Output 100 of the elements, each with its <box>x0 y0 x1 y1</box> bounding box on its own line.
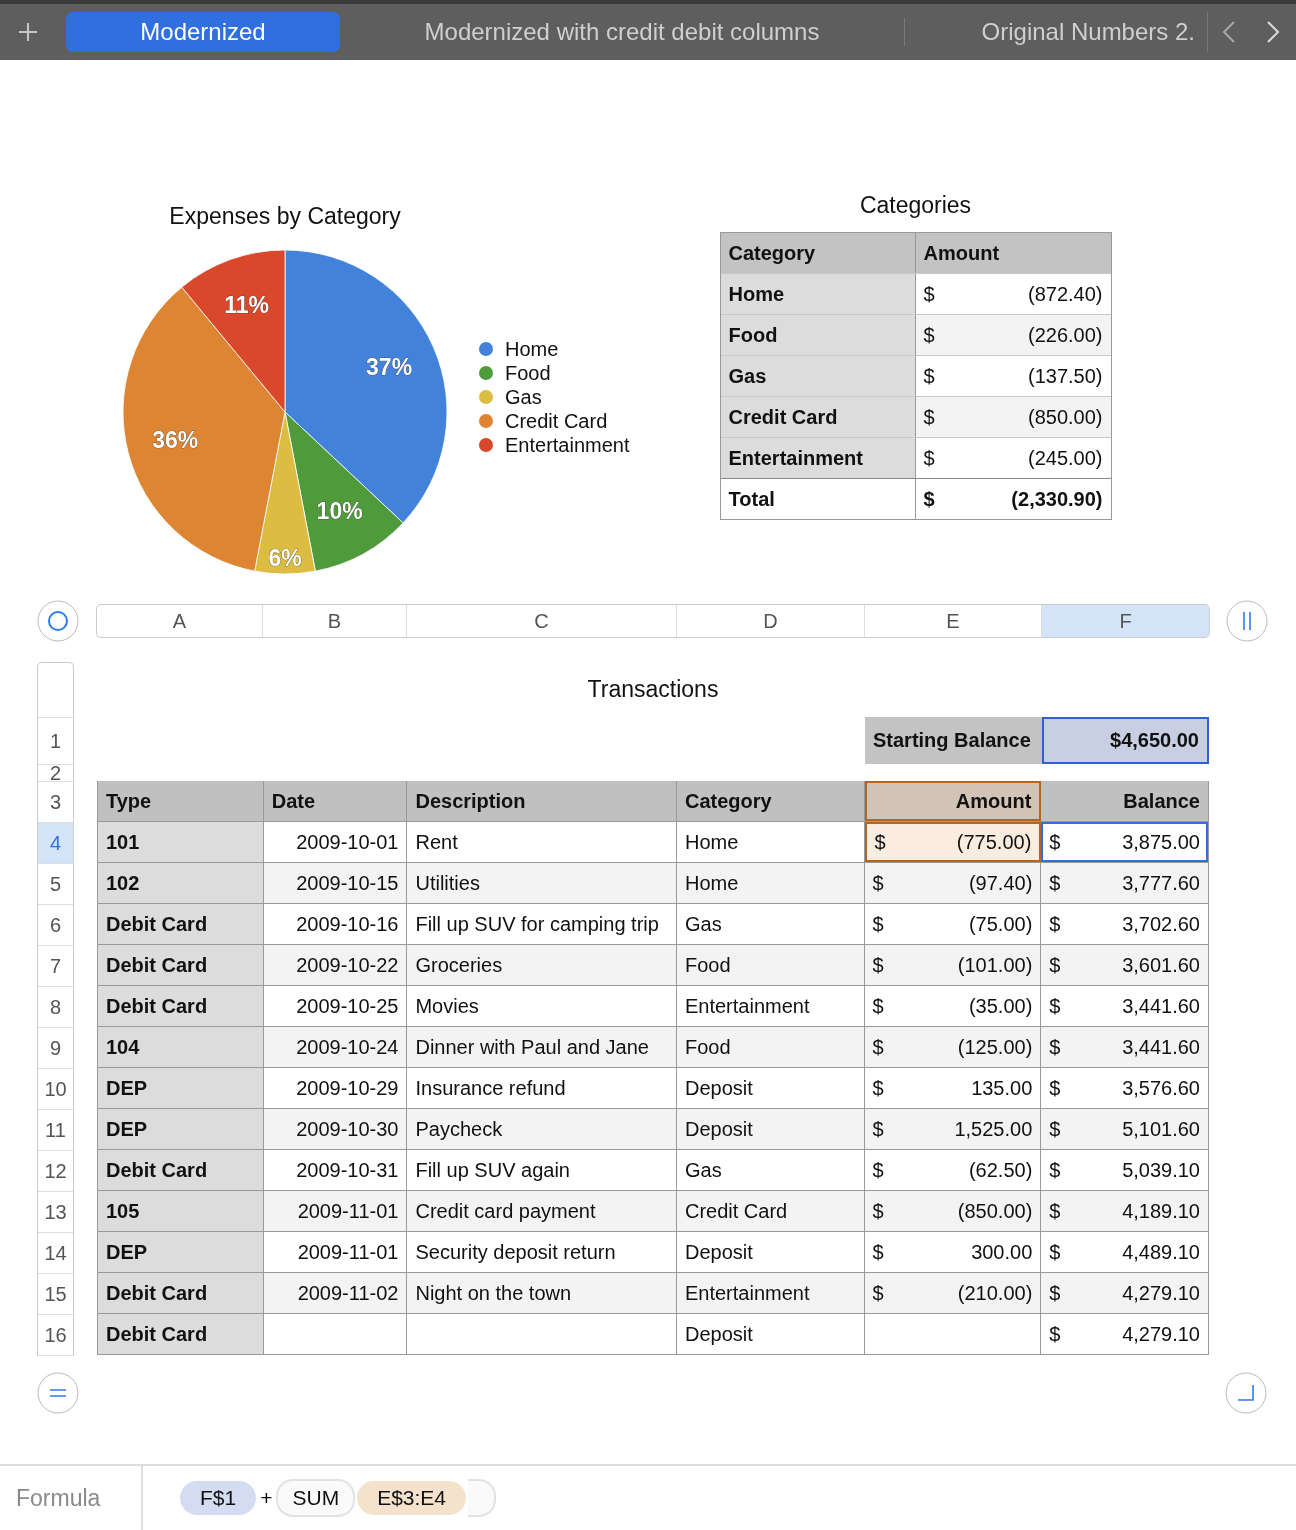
category-cell: Deposit <box>676 1314 865 1354</box>
amount-cell: $ (125.00) <box>864 1027 1042 1067</box>
type-cell: Debit Card <box>98 1150 264 1190</box>
sheet-tab[interactable]: Modernized with credit debit columns <box>340 18 905 46</box>
category-cell: Home <box>720 274 916 314</box>
balance-cell-text: $ 3,441.60 <box>1048 993 1201 1019</box>
amount-cell: $ 1,525.00 <box>864 1109 1042 1149</box>
resize-handle-button[interactable] <box>1225 1372 1267 1414</box>
row-header[interactable]: 10 <box>38 1069 73 1110</box>
row-header[interactable]: 15 <box>38 1274 73 1315</box>
cell-reference-token[interactable]: F$1 <box>180 1481 257 1515</box>
column-header[interactable]: B <box>263 605 407 637</box>
legend-label: Home <box>505 337 559 361</box>
row-header[interactable]: 9 <box>38 1028 73 1069</box>
description-cell: Groceries <box>407 945 677 985</box>
type-cell: DEP <box>98 1232 264 1272</box>
total-amount-cell-text: $ (2,330.90) <box>922 486 1104 512</box>
row-header[interactable]: 4 <box>38 823 73 864</box>
amount-cell: $ (62.50) <box>864 1150 1042 1190</box>
column-header[interactable]: D <box>677 605 865 637</box>
category-cell: Deposit <box>676 1232 865 1272</box>
percent-label: 37% <box>366 353 413 380</box>
type-cell: 105 <box>98 1191 264 1231</box>
row-header[interactable]: 2 <box>38 765 73 782</box>
type-cell: 104 <box>98 1027 264 1067</box>
date-cell: 2009-10-29 <box>263 1068 408 1108</box>
category-cell: Entertainment <box>720 438 916 478</box>
total-label: Total <box>720 479 916 519</box>
description-cell: Rent <box>407 822 677 862</box>
amount-cell: $ (97.40) <box>864 863 1042 903</box>
operator-token: + <box>260 1486 273 1510</box>
legend-label: Credit Card <box>505 409 608 433</box>
row-header[interactable]: 11 <box>38 1110 73 1151</box>
balance-cell-text: $ 3,441.60 <box>1048 1034 1201 1060</box>
description-cell: Security deposit return <box>407 1232 677 1272</box>
category-cell: Deposit <box>676 1068 865 1108</box>
function-token[interactable]: SUM <box>276 1479 356 1517</box>
column-heading: Amount <box>922 240 1001 266</box>
column-heading: Balance <box>1122 788 1201 814</box>
type-cell: DEP <box>98 1068 264 1108</box>
starting-balance-label: Starting Balance <box>865 717 1042 764</box>
column-header[interactable]: F <box>1042 605 1209 637</box>
date-cell: 2009-10-24 <box>263 1027 408 1067</box>
row-header[interactable]: 5 <box>38 864 73 905</box>
balance-cell-text: $ 5,039.10 <box>1048 1157 1201 1183</box>
chevron-right-icon[interactable] <box>1266 20 1280 44</box>
description-cell: Paycheck <box>407 1109 677 1149</box>
description-cell: Credit card payment <box>407 1191 677 1231</box>
column-heading: Amount <box>864 781 1042 821</box>
date-cell: 2009-10-31 <box>263 1150 408 1190</box>
balance-cell-text: $ 3,576.60 <box>1048 1075 1201 1101</box>
balance-cell-text: $ 4,489.10 <box>1048 1239 1201 1265</box>
plus-icon[interactable] <box>18 22 38 42</box>
formula-label: Formula <box>0 1466 143 1530</box>
type-cell: Debit Card <box>98 1273 264 1313</box>
legend-label: Food <box>505 361 551 385</box>
category-cell: Credit Card <box>720 397 916 437</box>
row-header[interactable]: 7 <box>38 946 73 987</box>
column-heading: Description <box>407 781 677 821</box>
column-header[interactable]: A <box>97 605 263 637</box>
column-header[interactable]: C <box>407 605 677 637</box>
row-header[interactable]: 13 <box>38 1192 73 1233</box>
chevron-left-icon[interactable] <box>1222 20 1236 44</box>
select-table-button[interactable] <box>37 600 79 642</box>
sheet-tab[interactable]: Original Numbers 2. <box>905 12 1195 52</box>
amount-cell: $ (850.00) <box>864 1191 1042 1231</box>
cell-reference-token[interactable]: E$3:E4 <box>357 1481 466 1515</box>
category-cell: Entertainment <box>676 986 865 1026</box>
description-cell: Fill up SUV for camping trip <box>407 904 677 944</box>
balance-cell-text: $ 5,101.60 <box>1048 1116 1201 1142</box>
add-row-button[interactable] <box>37 1372 79 1414</box>
chart-title: Expenses by Category <box>168 203 402 230</box>
table-title: Categories <box>858 192 973 219</box>
amount-cell: $ (210.00) <box>864 1273 1042 1313</box>
date-cell: 2009-11-02 <box>263 1273 408 1313</box>
sheet-tab[interactable]: Modernized <box>66 12 340 52</box>
starting-balance-cell: $4,650.00 <box>1042 717 1209 764</box>
category-cell: Gas <box>676 1150 865 1190</box>
add-column-button[interactable] <box>1226 600 1268 642</box>
balance-cell-text: $ 3,601.60 <box>1048 952 1201 978</box>
date-cell: 2009-10-22 <box>263 945 408 985</box>
column-heading: Date <box>263 781 408 821</box>
row-header[interactable]: 8 <box>38 987 73 1028</box>
row-header[interactable]: 14 <box>38 1233 73 1274</box>
row-header[interactable]: 1 <box>38 718 73 765</box>
description-cell: Utilities <box>407 863 677 903</box>
balance-cell: $ 3,875.00 <box>1041 822 1208 862</box>
category-cell: Food <box>676 945 865 985</box>
amount-cell: $ 300.00 <box>864 1232 1042 1272</box>
row-header[interactable]: 6 <box>38 905 73 946</box>
balance-cell-text: $ 3,702.60 <box>1048 911 1201 937</box>
type-cell: 101 <box>98 822 264 862</box>
category-cell: Home <box>676 822 865 862</box>
row-header[interactable]: 12 <box>38 1151 73 1192</box>
date-cell: 2009-10-16 <box>263 904 408 944</box>
row-header[interactable]: 16 <box>38 1315 73 1356</box>
date-cell: 2009-10-30 <box>263 1109 408 1149</box>
amount-cell-text: $ (850.00) <box>922 404 1104 430</box>
amount-cell: $ (75.00) <box>864 904 1042 944</box>
percent-label: 6% <box>268 544 302 571</box>
